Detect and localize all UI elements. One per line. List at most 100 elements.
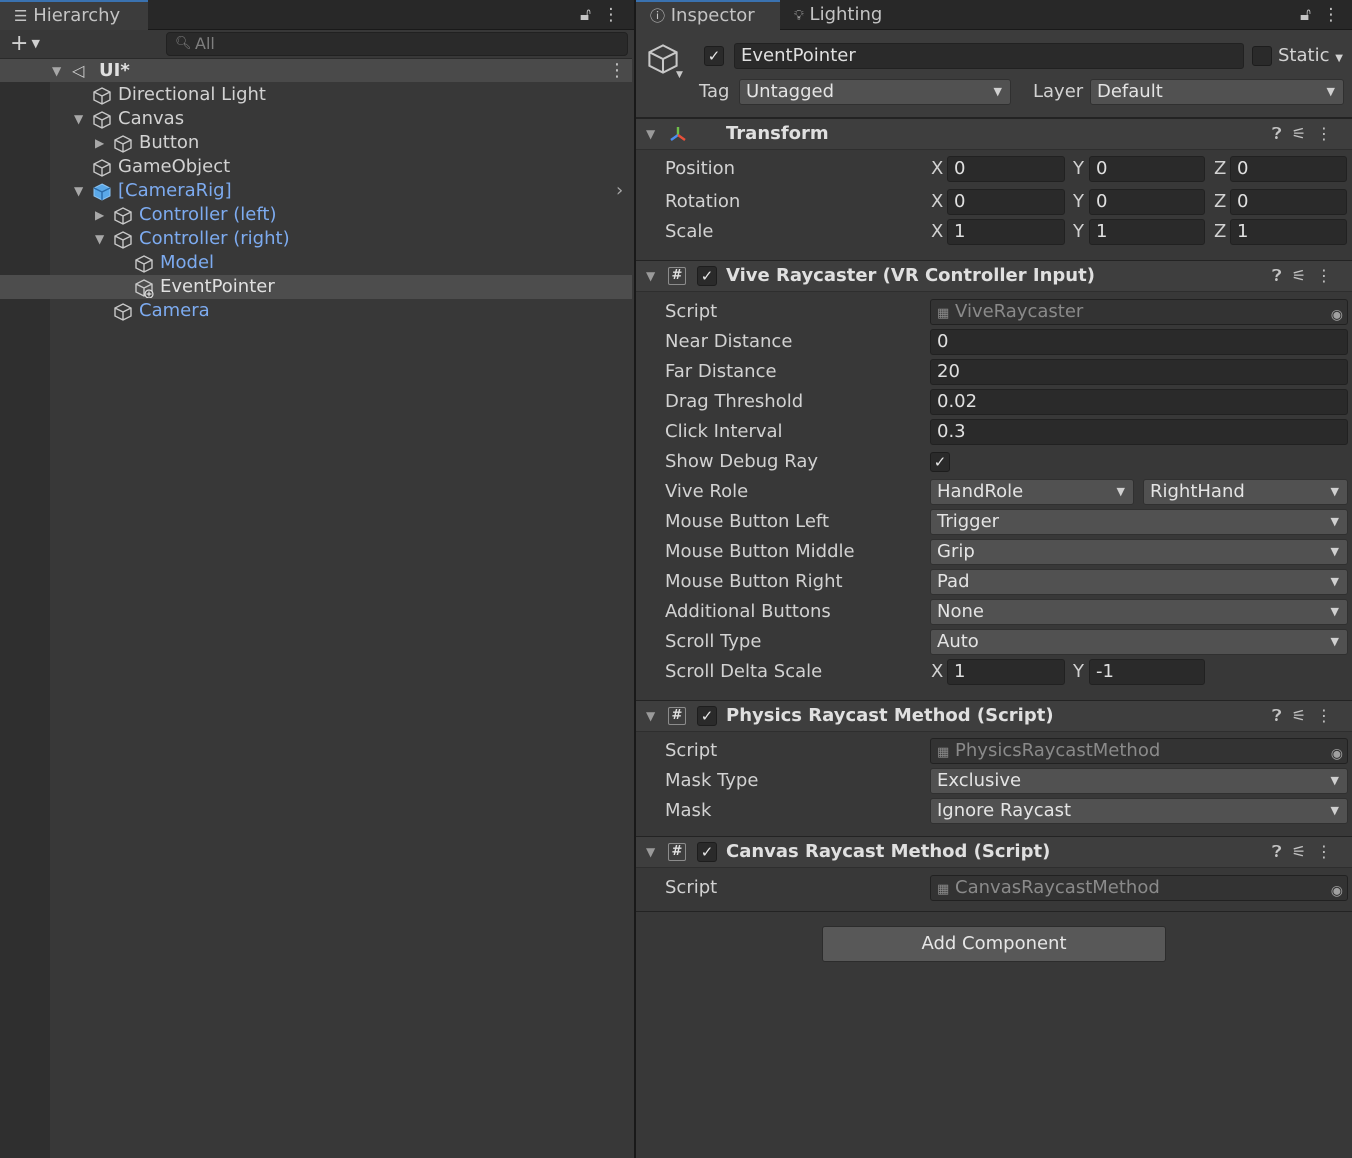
hierarchy-item-camera[interactable]: Camera: [0, 299, 632, 323]
property-label: Rotation: [665, 191, 741, 212]
hierarchy-item-camerarig[interactable]: ▼ [CameraRig] ›: [0, 179, 632, 203]
active-checkbox[interactable]: ✓: [704, 46, 724, 66]
axis-x-label[interactable]: X: [931, 156, 943, 182]
rotation-z-input[interactable]: 0: [1230, 189, 1347, 215]
component-enabled-checkbox[interactable]: ✓: [697, 266, 717, 286]
position-x-input[interactable]: 0: [947, 156, 1065, 182]
scale-z-input[interactable]: 1: [1230, 219, 1347, 245]
scene-row[interactable]: ▼ ◁ UI* ⋮: [0, 58, 632, 82]
axis-y-label[interactable]: Y: [1073, 659, 1084, 685]
axis-y-label[interactable]: Y: [1073, 189, 1084, 215]
component-menu-icon[interactable]: ⋮: [1316, 266, 1342, 285]
hierarchy-item-directional-light[interactable]: Directional Light: [0, 83, 632, 107]
drag-threshold-input[interactable]: 0.02: [930, 389, 1348, 415]
transform-component-header[interactable]: ▼ Transform ❓︎⚟⋮: [636, 118, 1352, 150]
hierarchy-item-eventpointer[interactable]: EventPointer: [0, 275, 632, 299]
axis-x-label[interactable]: X: [931, 219, 943, 245]
axis-z-label[interactable]: Z: [1214, 156, 1226, 182]
fold-triangle-icon[interactable]: ▼: [646, 119, 655, 149]
icon-dropdown-arrow-icon[interactable]: ▼: [676, 70, 683, 80]
tab-inspector[interactable]: ⓘ Inspector: [636, 0, 780, 30]
fold-triangle-icon[interactable]: ▼: [646, 701, 655, 731]
open-prefab-chevron-icon[interactable]: ›: [616, 179, 623, 203]
component-menu-icon[interactable]: ⋮: [1316, 124, 1342, 143]
component-menu-icon[interactable]: ⋮: [1316, 706, 1342, 725]
click-interval-input[interactable]: 0.3: [930, 419, 1348, 445]
tab-lighting[interactable]: 💡︎ Lighting: [780, 0, 920, 30]
fold-triangle-icon[interactable]: ▼: [646, 261, 655, 291]
component-enabled-checkbox[interactable]: ✓: [697, 706, 717, 726]
object-name-input[interactable]: EventPointer: [734, 43, 1244, 69]
help-icon[interactable]: ❓︎: [1272, 124, 1292, 143]
scale-x-input[interactable]: 1: [947, 219, 1065, 245]
collapse-triangle-icon[interactable]: ▶: [95, 203, 104, 227]
fold-triangle-icon[interactable]: ▼: [646, 837, 655, 867]
rotation-x-input[interactable]: 0: [947, 189, 1065, 215]
static-dropdown[interactable]: Static ▼: [1278, 43, 1343, 72]
object-picker-icon[interactable]: ◉: [1331, 742, 1343, 763]
expand-triangle-icon[interactable]: ▼: [74, 179, 83, 203]
hierarchy-search-input[interactable]: 🔍︎ All: [166, 32, 628, 56]
hierarchy-item-model[interactable]: Model: [0, 251, 632, 275]
vive-role-type-dropdown[interactable]: HandRole ▼: [930, 479, 1134, 505]
object-picker-icon[interactable]: ◉: [1331, 879, 1343, 900]
hierarchy-item-canvas[interactable]: ▼ Canvas: [0, 107, 632, 131]
show-debug-ray-checkbox[interactable]: ✓: [930, 452, 950, 472]
help-icon[interactable]: ❓︎: [1272, 842, 1292, 861]
axis-z-label[interactable]: Z: [1214, 189, 1226, 215]
mask-type-dropdown[interactable]: Exclusive ▼: [930, 768, 1348, 794]
axis-x-label[interactable]: X: [931, 189, 943, 215]
near-distance-input[interactable]: 0: [930, 329, 1348, 355]
preset-icon[interactable]: ⚟: [1292, 124, 1316, 143]
lock-icon[interactable]: 🔓︎: [580, 5, 591, 25]
help-icon[interactable]: ❓︎: [1272, 266, 1292, 285]
hierarchy-item-button[interactable]: ▶ Button: [0, 131, 632, 155]
canvas-raycast-component-header[interactable]: ▼ # ✓ Canvas Raycast Method (Script) ❓︎⚟…: [636, 836, 1352, 868]
preset-icon[interactable]: ⚟: [1292, 266, 1316, 285]
help-icon[interactable]: ❓︎: [1272, 706, 1292, 725]
rotation-y-input[interactable]: 0: [1089, 189, 1205, 215]
far-distance-input[interactable]: 20: [930, 359, 1348, 385]
axis-z-label[interactable]: Z: [1214, 219, 1226, 245]
tag-dropdown[interactable]: Untagged ▼: [739, 79, 1011, 105]
vive-raycaster-component-header[interactable]: ▼ # ✓ Vive Raycaster (VR Controller Inpu…: [636, 260, 1352, 292]
axis-x-label[interactable]: X: [931, 659, 943, 685]
mask-dropdown[interactable]: Ignore Raycast ▼: [930, 798, 1348, 824]
vive-role-value-dropdown[interactable]: RightHand ▼: [1143, 479, 1348, 505]
expand-triangle-icon[interactable]: ▼: [52, 59, 61, 83]
component-enabled-checkbox[interactable]: ✓: [697, 842, 717, 862]
mouse-button-right-dropdown[interactable]: Pad ▼: [930, 569, 1348, 595]
scene-options-icon[interactable]: ⋮: [608, 59, 626, 83]
position-y-input[interactable]: 0: [1089, 156, 1205, 182]
collapse-triangle-icon[interactable]: ▶: [95, 131, 104, 155]
preset-icon[interactable]: ⚟: [1292, 706, 1316, 725]
static-checkbox[interactable]: [1252, 46, 1272, 66]
create-dropdown-button[interactable]: + ▼: [10, 30, 40, 58]
hierarchy-item-controller-right[interactable]: ▼ Controller (right): [0, 227, 632, 251]
component-menu-icon[interactable]: ⋮: [1316, 842, 1342, 861]
add-component-button[interactable]: Add Component: [822, 926, 1166, 962]
scroll-type-dropdown[interactable]: Auto ▼: [930, 629, 1348, 655]
mouse-button-left-dropdown[interactable]: Trigger ▼: [930, 509, 1348, 535]
position-z-input[interactable]: 0: [1230, 156, 1347, 182]
hierarchy-item-gameobject[interactable]: GameObject: [0, 155, 632, 179]
object-picker-icon[interactable]: ◉: [1331, 303, 1343, 324]
axis-y-label[interactable]: Y: [1073, 156, 1084, 182]
more-options-icon[interactable]: ⋮: [1322, 5, 1339, 25]
lock-icon[interactable]: 🔓︎: [1300, 5, 1311, 25]
additional-buttons-dropdown[interactable]: None ▼: [930, 599, 1348, 625]
more-options-icon[interactable]: ⋮: [602, 5, 619, 25]
scroll-delta-x-input[interactable]: 1: [947, 659, 1065, 685]
mouse-button-middle-dropdown[interactable]: Grip ▼: [930, 539, 1348, 565]
scroll-delta-y-input[interactable]: -1: [1089, 659, 1205, 685]
property-label: Click Interval: [665, 421, 783, 442]
layer-dropdown[interactable]: Default ▼: [1090, 79, 1344, 105]
hierarchy-item-controller-left[interactable]: ▶ Controller (left): [0, 203, 632, 227]
scale-y-input[interactable]: 1: [1089, 219, 1205, 245]
axis-y-label[interactable]: Y: [1073, 219, 1084, 245]
physics-raycast-component-header[interactable]: ▼ # ✓ Physics Raycast Method (Script) ❓︎…: [636, 700, 1352, 732]
tab-hierarchy[interactable]: ☰ Hierarchy: [0, 0, 148, 30]
expand-triangle-icon[interactable]: ▼: [95, 227, 104, 251]
preset-icon[interactable]: ⚟: [1292, 842, 1316, 861]
expand-triangle-icon[interactable]: ▼: [74, 107, 83, 131]
